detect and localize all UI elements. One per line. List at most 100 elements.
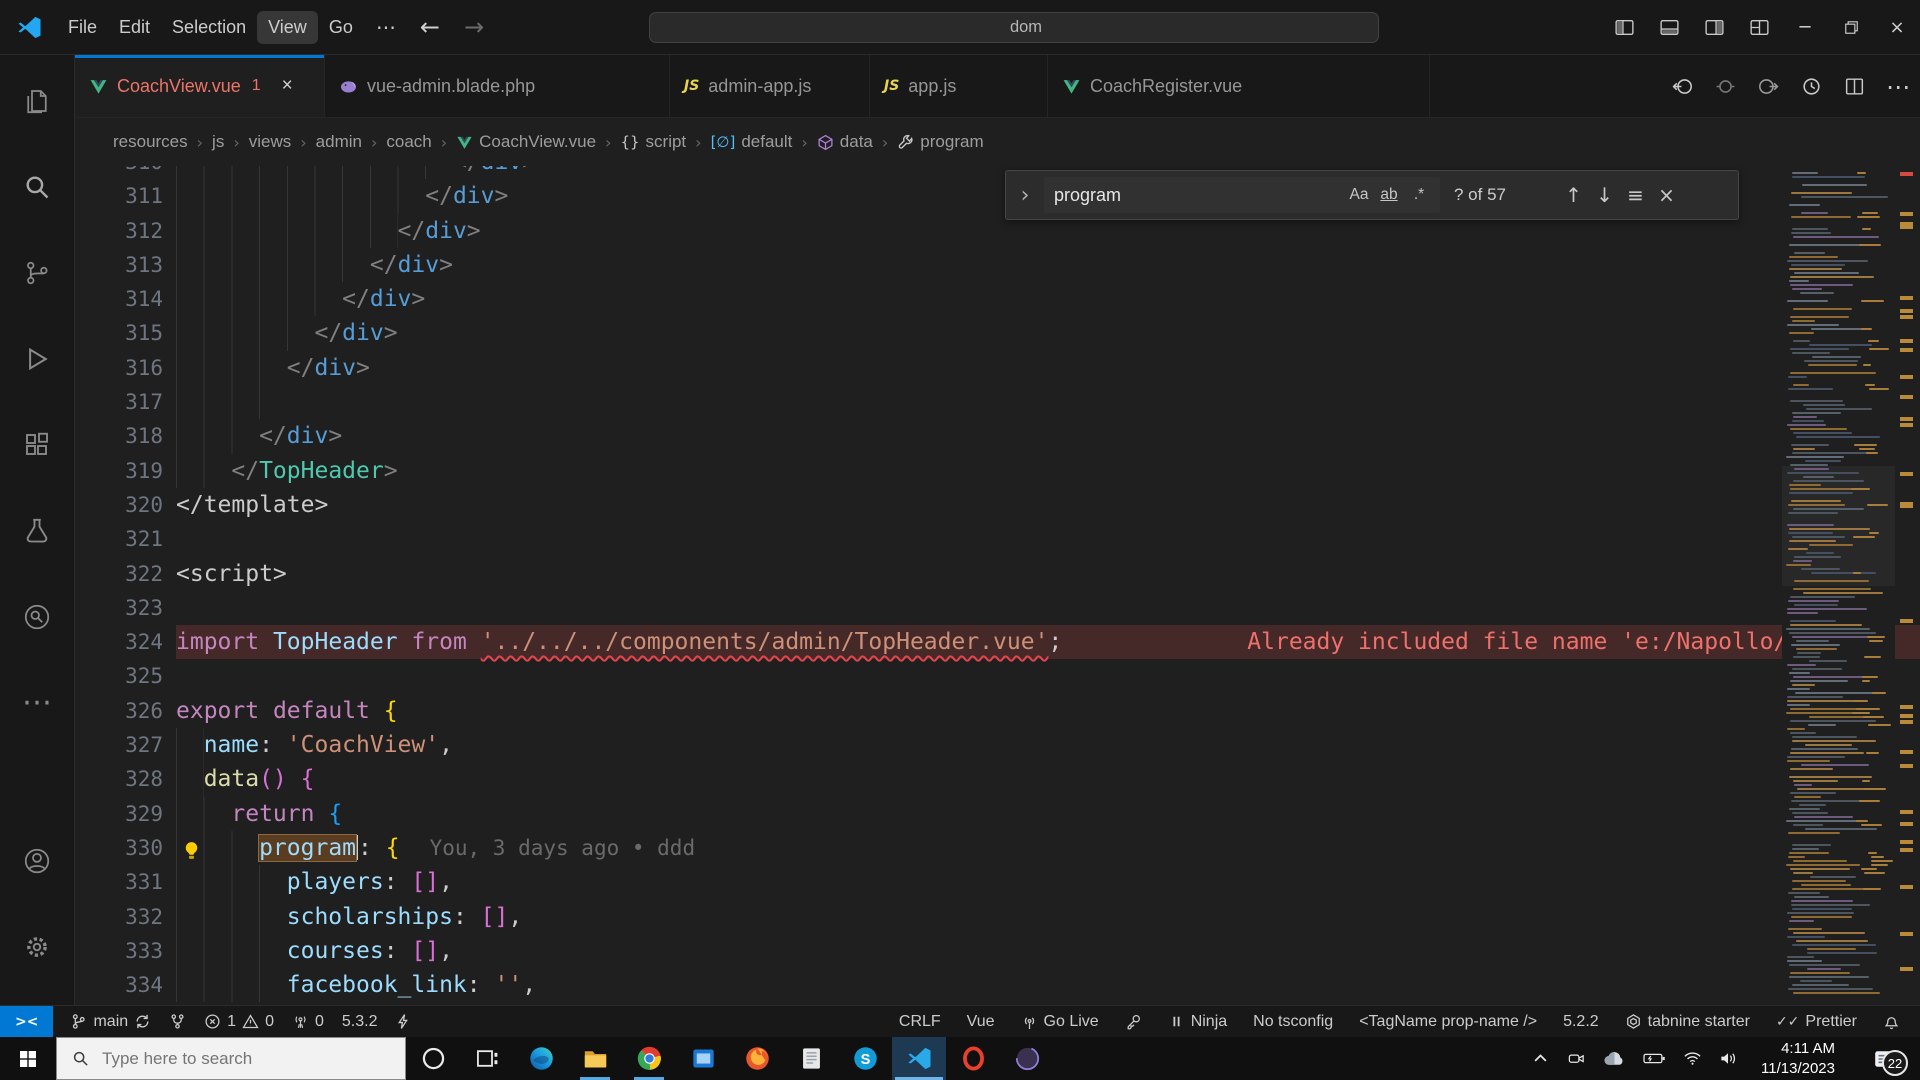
status-eol[interactable]: CRLF <box>891 1006 949 1038</box>
status-language-mode[interactable]: Vue <box>959 1006 1003 1038</box>
status-tsconfig[interactable]: No tsconfig <box>1245 1006 1341 1038</box>
breadcrumb-admin[interactable]: admin <box>316 132 362 152</box>
activity-settings-gear[interactable] <box>13 923 61 971</box>
tab-app.js[interactable]: JS app.js <box>870 55 1048 117</box>
nav-forward-arrow-icon[interactable]: → <box>452 13 496 41</box>
taskbar-app-opera[interactable] <box>946 1037 1000 1080</box>
breadcrumb-default[interactable]: [∅] default <box>711 132 793 152</box>
tab-CoachView.vue[interactable]: CoachView.vue 1 × <box>75 55 325 117</box>
toggle-panel-icon[interactable] <box>1658 16 1681 39</box>
replace-toggle-icon[interactable]: › <box>1014 183 1036 208</box>
breadcrumb-views[interactable]: views <box>249 132 292 152</box>
status-tagname-helper[interactable]: <TagName prop-name /> <box>1351 1006 1545 1038</box>
activity-account[interactable] <box>13 837 61 885</box>
menu-go[interactable]: Go <box>318 11 364 44</box>
taskbar-app-chrome[interactable] <box>622 1037 676 1080</box>
activity-search[interactable] <box>13 163 61 211</box>
next-match-button[interactable]: ↓ <box>1589 180 1620 211</box>
activity-testing[interactable] <box>13 507 61 555</box>
taskbar-app-cortana[interactable] <box>406 1037 460 1080</box>
menu-file[interactable]: File <box>57 11 108 44</box>
whole-word-toggle[interactable]: ab <box>1374 182 1404 209</box>
onedrive-icon[interactable] <box>1603 1049 1626 1068</box>
window-minimize-button[interactable]: ─ <box>1782 0 1828 55</box>
toggle-secondary-sidebar-icon[interactable] <box>1703 16 1726 39</box>
activity-more[interactable]: ⋯ <box>13 679 61 727</box>
taskbar-app-vscode[interactable] <box>892 1037 946 1080</box>
taskbar-app-github-desktop[interactable] <box>1000 1037 1054 1080</box>
status-broadcast-count[interactable]: 0 <box>283 1006 333 1038</box>
taskbar-app-skype[interactable]: S <box>838 1037 892 1080</box>
window-close-button[interactable]: × <box>1874 0 1920 55</box>
taskbar-search[interactable] <box>56 1037 406 1080</box>
menu-edit[interactable]: Edit <box>108 11 161 44</box>
menu-selection[interactable]: Selection <box>161 11 257 44</box>
taskbar-search-input[interactable] <box>102 1048 372 1069</box>
command-center-search[interactable]: dom <box>649 12 1379 43</box>
notification-center[interactable]: 22 <box>1858 1037 1910 1080</box>
nav-dot-circle-icon[interactable] <box>1714 75 1737 98</box>
tab-admin-app.js[interactable]: JS admin-app.js <box>670 55 870 117</box>
taskbar-app-task-view[interactable] <box>460 1037 514 1080</box>
status-git-compare[interactable] <box>160 1006 195 1038</box>
status-git-branch[interactable]: main <box>61 1006 160 1038</box>
toggle-sidebar-icon[interactable] <box>1613 16 1636 39</box>
lightbulb-icon[interactable] <box>181 837 202 859</box>
activity-run-debug[interactable] <box>13 335 61 383</box>
regex-toggle[interactable]: .* <box>1404 182 1434 209</box>
status-version[interactable]: 5.2.2 <box>1555 1006 1607 1038</box>
breadcrumb-resources[interactable]: resources <box>113 132 188 152</box>
status-php-version[interactable]: 5.3.2 <box>333 1006 387 1038</box>
status-go-live[interactable]: Go Live <box>1013 1006 1107 1038</box>
status-ninja[interactable]: Ninja <box>1160 1006 1235 1038</box>
breadcrumb-CoachView.vue[interactable]: CoachView.vue <box>456 132 596 152</box>
status-thunder-client[interactable] <box>386 1006 421 1038</box>
volume-icon[interactable] <box>1719 1049 1738 1068</box>
tab-CoachRegister.vue[interactable]: CoachRegister.vue <box>1048 55 1430 117</box>
code-editor[interactable]: 310</div>311</div>312</div>313</div>314<… <box>75 166 1920 1005</box>
breadcrumb-coach[interactable]: coach <box>386 132 431 152</box>
history-icon[interactable] <box>1800 75 1823 98</box>
split-editor-icon[interactable] <box>1843 75 1866 98</box>
battery-icon[interactable] <box>1643 1049 1666 1068</box>
taskbar-clock[interactable]: 4:11 AM 11/13/2023 <box>1761 1039 1835 1078</box>
status-notifications-bell[interactable] <box>1875 1006 1908 1038</box>
activity-source-control[interactable] <box>13 249 61 297</box>
find-in-selection-button[interactable]: ≡ <box>1620 180 1651 211</box>
prev-match-button[interactable]: ↑ <box>1558 180 1589 211</box>
close-button[interactable]: × <box>1651 180 1682 211</box>
chevron-up-icon[interactable] <box>1531 1049 1550 1068</box>
activity-explorer[interactable] <box>13 77 61 125</box>
status-problems[interactable]: 10 <box>195 1006 283 1038</box>
breadcrumb-script[interactable]: {} script <box>620 132 686 152</box>
more-menus-icon[interactable]: ⋯ <box>364 11 408 43</box>
network-icon[interactable] <box>1683 1049 1702 1068</box>
breadcrumb-data[interactable]: data <box>817 132 873 152</box>
status-key[interactable] <box>1117 1006 1150 1038</box>
taskbar-app-app-gray[interactable] <box>784 1037 838 1080</box>
customize-layout-icon[interactable] <box>1748 16 1771 39</box>
taskbar-app-file-explorer[interactable] <box>568 1037 622 1080</box>
start-button[interactable] <box>0 1037 56 1080</box>
nav-back-arrow-icon[interactable]: ← <box>408 13 452 41</box>
meet-now-icon[interactable] <box>1567 1049 1586 1068</box>
match-case-toggle[interactable]: Aa <box>1344 182 1374 209</box>
activity-search-editor[interactable] <box>13 593 61 641</box>
more-icon[interactable]: ⋯ <box>1886 75 1910 99</box>
breadcrumb-program[interactable]: program <box>897 132 984 152</box>
minimap[interactable] <box>1782 166 1895 1005</box>
taskbar-app-app-blue[interactable] <box>676 1037 730 1080</box>
taskbar-app-edge[interactable] <box>514 1037 568 1080</box>
tab-close-icon[interactable]: × <box>282 75 293 97</box>
find-input[interactable] <box>1054 184 1344 206</box>
status-prettier[interactable]: ✓✓ Prett​ier <box>1768 1006 1865 1038</box>
nav-forward-circle-icon[interactable] <box>1757 75 1780 98</box>
taskbar-app-firefox[interactable] <box>730 1037 784 1080</box>
tab-vue-admin.blade.php[interactable]: vue-admin.blade.php <box>325 55 670 117</box>
activity-extensions[interactable] <box>13 421 61 469</box>
menu-view[interactable]: View <box>257 10 318 44</box>
nav-back-circle-icon[interactable] <box>1671 75 1694 98</box>
window-restore-button[interactable] <box>1828 0 1874 55</box>
status-remote[interactable]: >< <box>0 1005 54 1038</box>
status-tabnine[interactable]: tabnine starter <box>1617 1006 1758 1038</box>
